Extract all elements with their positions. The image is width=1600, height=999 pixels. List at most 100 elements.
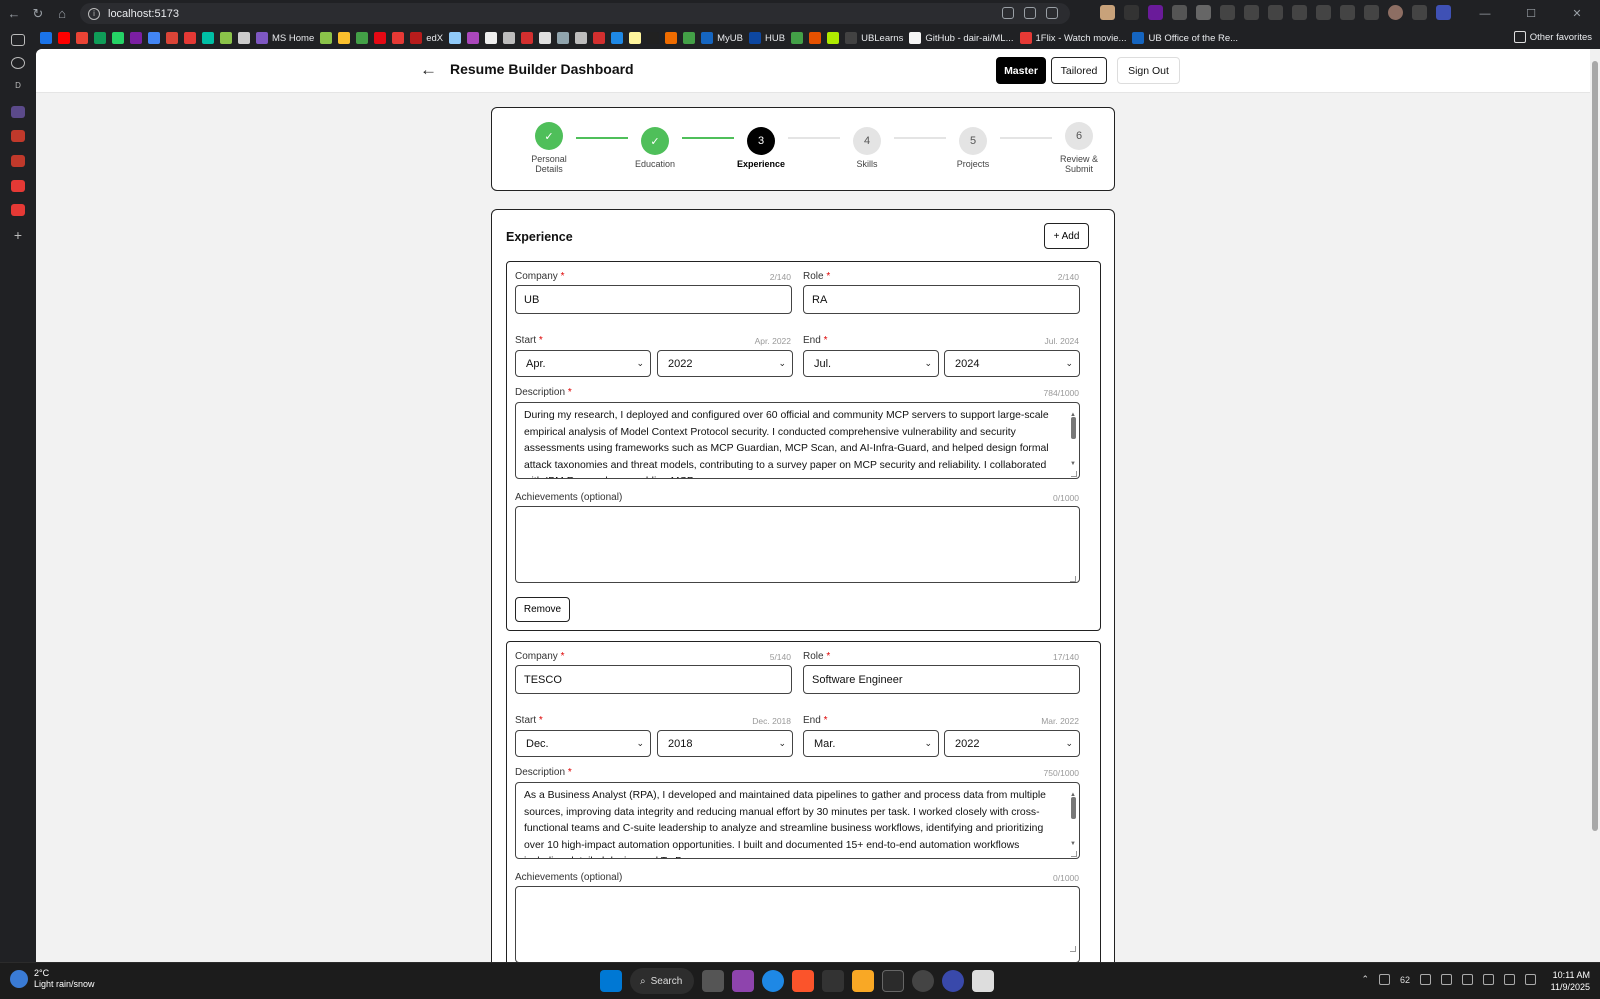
bookmark-item[interactable] (503, 32, 516, 44)
wifi-icon[interactable] (1483, 974, 1494, 985)
bookmark-item[interactable]: UBLearns (845, 32, 903, 44)
scrollbar-thumb[interactable] (1592, 61, 1598, 831)
start-icon[interactable] (600, 970, 622, 992)
bookmark-item[interactable] (202, 32, 214, 44)
extension-icon[interactable] (1124, 5, 1139, 20)
bookmark-icon[interactable] (1172, 5, 1187, 20)
step-5[interactable]: 5 Projects (938, 127, 1008, 169)
resize-handle-icon[interactable] (1071, 851, 1077, 857)
bookmark-item[interactable] (665, 32, 678, 44)
bookmark-item[interactable] (112, 32, 124, 44)
taskbar-search[interactable]: ⌕ Search (630, 968, 694, 994)
extension-icon[interactable] (1100, 5, 1115, 20)
bookmark-item[interactable] (238, 32, 250, 44)
achievements-textarea[interactable] (515, 886, 1080, 962)
bookmark-item[interactable] (683, 32, 696, 44)
bookmark-item[interactable] (575, 32, 588, 44)
step-3[interactable]: 3 Experience (726, 127, 796, 169)
bookmark-item[interactable] (374, 32, 387, 44)
textarea-scrollbar[interactable]: ▲ ▼ (1070, 407, 1076, 473)
minimize-icon[interactable]: — (1462, 0, 1508, 27)
profile-avatar[interactable] (1388, 5, 1403, 20)
bookmark-item[interactable] (130, 32, 142, 44)
site-info-icon[interactable]: i (88, 7, 100, 20)
bookmark-item[interactable] (449, 32, 462, 44)
bookmark-item[interactable] (338, 32, 351, 44)
bookmark-item[interactable]: MS Home (256, 32, 314, 44)
other-favorites[interactable]: Other favorites (1513, 31, 1592, 43)
youtube-tab-icon[interactable] (11, 180, 25, 192)
collections-icon[interactable] (1292, 5, 1307, 20)
volume-icon[interactable] (1504, 974, 1515, 985)
brave-app-icon[interactable] (792, 970, 814, 992)
history-icon[interactable] (1316, 5, 1331, 20)
company-input[interactable]: UB (515, 285, 792, 314)
bookmark-item[interactable] (611, 32, 624, 44)
start-month-select[interactable]: Dec. ⌄ (515, 730, 651, 757)
favorite-star-icon[interactable] (1046, 7, 1058, 19)
copilot-app-icon[interactable] (732, 970, 754, 992)
chevron-up-icon[interactable]: ⌃ (1361, 974, 1369, 985)
app-icon[interactable] (912, 970, 934, 992)
back-icon[interactable]: ← (4, 4, 24, 24)
master-button[interactable]: Master (996, 57, 1046, 84)
file-explorer-icon[interactable] (852, 970, 874, 992)
bookmark-item[interactable] (40, 32, 52, 44)
end-month-select[interactable]: Jul. ⌄ (803, 350, 939, 377)
downloads-icon[interactable] (1340, 5, 1355, 20)
extension-icon[interactable] (1148, 5, 1163, 20)
tray-icon[interactable] (1378, 974, 1390, 985)
resize-handle-icon[interactable] (1070, 946, 1076, 952)
add-experience-button[interactable]: + Add (1044, 223, 1089, 249)
bookmark-item[interactable]: HUB (749, 32, 785, 44)
tab-d-icon[interactable]: D (11, 81, 25, 93)
tab-icon[interactable] (11, 130, 25, 142)
start-year-select[interactable]: 2022 ⌄ (657, 350, 793, 377)
end-year-select[interactable]: 2024 ⌄ (944, 350, 1080, 377)
bookmark-item[interactable] (58, 32, 70, 44)
description-textarea[interactable]: During my research, I deployed and confi… (515, 402, 1080, 479)
bookmark-item[interactable] (184, 32, 196, 44)
terminal-icon[interactable] (882, 970, 904, 992)
youtube-tab-icon[interactable] (11, 204, 25, 216)
close-icon[interactable]: ✕ (1554, 0, 1600, 27)
refresh-icon[interactable]: ↻ (28, 4, 48, 24)
bookmark-item[interactable]: MyUB (701, 32, 743, 44)
start-year-select[interactable]: 2018 ⌄ (657, 730, 793, 757)
scroll-thumb[interactable] (1071, 417, 1076, 439)
resize-handle-icon[interactable] (1071, 471, 1077, 477)
bookmark-item[interactable] (320, 32, 333, 44)
edge-app-icon[interactable] (762, 970, 784, 992)
achievements-textarea[interactable] (515, 506, 1080, 583)
screenshot-icon[interactable] (1364, 5, 1379, 20)
app-icon[interactable] (972, 970, 994, 992)
copilot-icon[interactable] (1436, 5, 1451, 20)
textarea-scrollbar[interactable]: ▲ ▼ (1070, 787, 1076, 853)
end-month-select[interactable]: Mar. ⌄ (803, 730, 939, 757)
bookmark-item[interactable] (166, 32, 178, 44)
bookmark-item[interactable] (539, 32, 552, 44)
bookmark-item[interactable] (356, 32, 369, 44)
description-textarea[interactable]: As a Business Analyst (RPA), I developed… (515, 782, 1080, 859)
bookmark-item[interactable] (94, 32, 106, 44)
end-year-select[interactable]: 2022 ⌄ (944, 730, 1080, 757)
app-icon[interactable] (942, 970, 964, 992)
role-input[interactable]: Software Engineer (803, 665, 1080, 694)
tab-actions-icon[interactable] (11, 34, 25, 46)
bookmark-item[interactable] (467, 32, 480, 44)
reader-icon[interactable] (1002, 7, 1014, 19)
page-scrollbar[interactable] (1590, 49, 1600, 962)
bookmark-item[interactable] (392, 32, 405, 44)
bookmark-item[interactable] (485, 32, 498, 44)
bookmark-item[interactable] (76, 32, 88, 44)
bookmark-item[interactable]: UB Office of the Re... (1132, 32, 1238, 44)
step-4[interactable]: 4 Skills (832, 127, 902, 169)
scroll-thumb[interactable] (1071, 797, 1076, 819)
bookmark-item[interactable]: 1Flix - Watch movie... (1019, 32, 1126, 44)
bookmark-item[interactable] (557, 32, 570, 44)
split-screen-icon[interactable] (1244, 5, 1259, 20)
tray-icon[interactable] (1441, 974, 1452, 985)
key-icon[interactable] (1024, 7, 1036, 19)
bookmark-item[interactable] (791, 32, 804, 44)
step-2[interactable]: ✓ Education (620, 127, 690, 169)
